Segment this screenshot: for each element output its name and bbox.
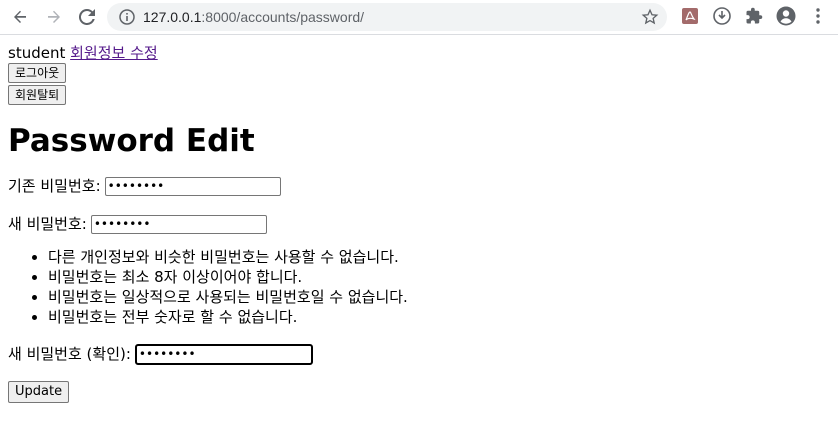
confirm-password-row: 새 비밀번호 (확인): <box>8 343 838 365</box>
pdf-icon[interactable] <box>680 6 700 26</box>
logout-button[interactable]: 로그아웃 <box>8 63 67 83</box>
url-host: 127.0.0.1 <box>143 9 202 25</box>
new-password-field[interactable] <box>90 214 267 234</box>
help-item: 비밀번호는 최소 8자 이상이어야 합니다. <box>48 267 838 287</box>
confirm-password-field[interactable] <box>134 343 313 365</box>
new-password-row: 새 비밀번호: <box>8 213 838 235</box>
help-item: 다른 개인정보와 비슷한 비밀번호는 사용할 수 없습니다. <box>48 247 838 267</box>
info-icon[interactable] <box>119 9 135 29</box>
address-bar[interactable]: 127.0.0.1:8000/accounts/password/ <box>107 3 667 31</box>
old-password-field[interactable] <box>104 176 281 196</box>
update-button[interactable]: Update <box>8 381 70 403</box>
kebab-menu-icon[interactable] <box>808 6 828 26</box>
edit-profile-link[interactable]: 회원정보 수정 <box>70 44 158 62</box>
browser-toolbar: 127.0.0.1:8000/accounts/password/ <box>0 0 838 35</box>
help-item: 비밀번호는 전부 숫자로 할 수 없습니다. <box>48 307 838 327</box>
page-title: Password Edit <box>8 123 255 159</box>
old-password-label: 기존 비밀번호: <box>8 177 101 195</box>
url-text: 127.0.0.1:8000/accounts/password/ <box>143 9 364 25</box>
reload-icon[interactable] <box>75 5 99 29</box>
download-icon[interactable] <box>712 6 732 26</box>
back-arrow-icon[interactable] <box>8 5 32 29</box>
url-path: :8000/accounts/password/ <box>201 9 365 25</box>
user-bar: student 회원정보 수정 <box>8 43 838 63</box>
new-password-label: 새 비밀번호: <box>8 215 87 233</box>
password-help-list: 다른 개인정보와 비슷한 비밀번호는 사용할 수 없습니다. 비밀번호는 최소 … <box>8 247 838 327</box>
confirm-password-label: 새 비밀번호 (확인): <box>8 345 131 363</box>
withdraw-button[interactable]: 회원탈퇴 <box>8 85 67 105</box>
star-icon[interactable] <box>641 8 659 30</box>
puzzle-icon[interactable] <box>744 6 764 26</box>
old-password-row: 기존 비밀번호: <box>8 175 838 197</box>
page-content: student 회원정보 수정 로그아웃 회원탈퇴 Password Edit … <box>8 40 838 446</box>
username: student <box>8 44 66 62</box>
forward-arrow-icon[interactable] <box>42 5 66 29</box>
help-item: 비밀번호는 일상적으로 사용되는 비밀번호일 수 없습니다. <box>48 287 838 307</box>
account-icon[interactable] <box>776 6 796 26</box>
